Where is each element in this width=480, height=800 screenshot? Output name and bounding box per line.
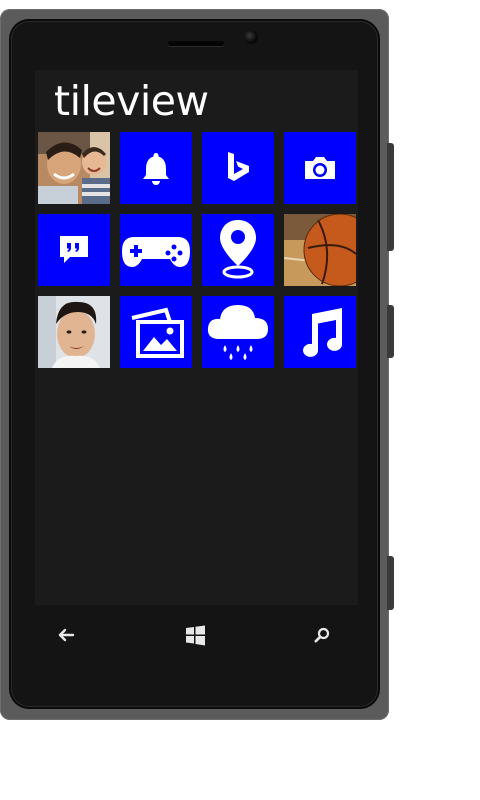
camera-shutter-button [387,556,394,610]
tile-music[interactable] [284,296,356,368]
tile-bing[interactable] [202,132,274,204]
man-portrait-photo [38,296,110,368]
tile-weather[interactable] [202,296,274,368]
tile-messaging[interactable] [38,214,110,286]
nav-search-button[interactable] [302,620,342,650]
nav-back-button[interactable] [46,620,86,650]
basketball-photo [284,214,356,286]
tile-family-photo[interactable] [38,132,110,204]
bing-icon [228,152,249,181]
tile-pictures[interactable] [120,296,192,368]
search-icon [314,627,330,643]
page-title: tileview [54,77,209,125]
map-pin-icon [220,220,256,279]
family-photo [38,132,110,204]
back-arrow-icon [58,628,75,642]
tile-camera[interactable] [284,132,356,204]
front-camera [244,30,258,44]
camera-icon [305,157,335,179]
windows-logo-icon [185,625,205,645]
bell-icon [143,153,169,185]
tile-games[interactable] [120,214,192,286]
power-button [387,305,394,358]
music-note-icon [303,308,343,357]
tile-notifications[interactable] [120,132,192,204]
tile-maps[interactable] [202,214,274,286]
app-screen: tileview [35,70,358,605]
earpiece-speaker [168,41,224,46]
volume-button [387,143,394,251]
tile-basketball-photo[interactable] [284,214,356,286]
gamepad-icon [122,237,190,267]
pictures-icon [131,307,184,358]
quote-bubble-icon [60,236,88,263]
tile-portrait-photo[interactable] [38,296,110,368]
rain-cloud-icon [207,305,268,360]
nav-start-button[interactable] [175,620,215,650]
